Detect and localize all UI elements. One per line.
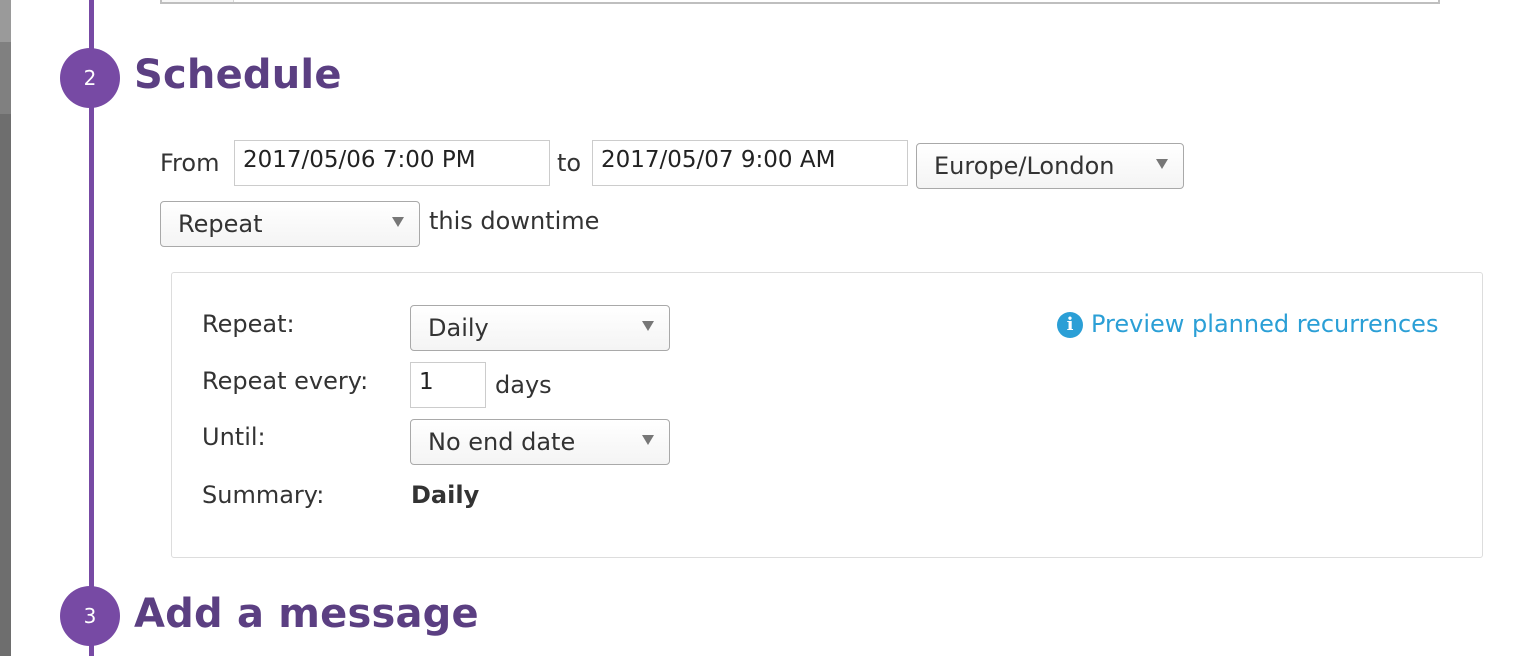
- step-3-title: Add a message: [134, 591, 479, 637]
- timezone-select-value: Europe/London: [934, 152, 1115, 180]
- chevron-down-icon: [642, 435, 654, 445]
- from-datetime-input[interactable]: 2017/05/06 7:00 PM: [234, 140, 550, 186]
- repeat-every-input[interactable]: 1: [410, 362, 486, 408]
- window-edge-top: [0, 0, 11, 42]
- to-datetime-input[interactable]: 2017/05/07 9:00 AM: [592, 140, 908, 186]
- summary-label: Summary:: [202, 481, 325, 509]
- repeat-every-label: Repeat every:: [202, 367, 369, 395]
- window-edge: [0, 0, 11, 656]
- chevron-down-icon: [642, 321, 654, 331]
- previous-section-box-cell: [162, 0, 234, 2]
- summary-value: Daily: [411, 481, 480, 509]
- from-label: From: [160, 149, 220, 177]
- chevron-down-icon: [392, 217, 404, 227]
- until-label: Until:: [202, 423, 266, 451]
- repeat-label: Repeat:: [202, 310, 295, 338]
- repeat-mode-select[interactable]: Repeat: [160, 201, 420, 247]
- step-2-title: Schedule: [134, 52, 342, 98]
- previous-section-box: [160, 0, 1440, 4]
- repeat-mode-select-value: Repeat: [178, 210, 263, 238]
- preview-recurrences-link[interactable]: i Preview planned recurrences: [1057, 310, 1438, 338]
- repeat-every-unit: days: [495, 371, 552, 399]
- repeat-frequency-select[interactable]: Daily: [410, 305, 670, 351]
- preview-recurrences-label: Preview planned recurrences: [1091, 310, 1439, 338]
- repeat-suffix-label: this downtime: [429, 207, 600, 235]
- until-select[interactable]: No end date: [410, 419, 670, 465]
- step-2-circle: 2: [60, 48, 120, 108]
- info-icon: i: [1057, 312, 1083, 338]
- repeat-frequency-select-value: Daily: [428, 314, 489, 342]
- window-edge-mid: [0, 42, 11, 114]
- to-label: to: [557, 149, 582, 177]
- until-select-value: No end date: [428, 428, 576, 456]
- timezone-select[interactable]: Europe/London: [916, 143, 1184, 189]
- chevron-down-icon: [1156, 159, 1168, 169]
- step-3-circle: 3: [60, 586, 120, 646]
